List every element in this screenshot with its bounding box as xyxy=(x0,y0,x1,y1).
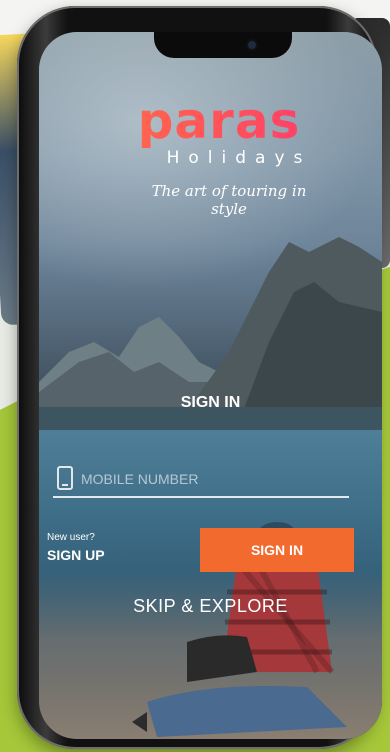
tagline: The art of touring in style xyxy=(151,182,307,218)
new-user-label: New user? xyxy=(47,532,95,543)
logo-subtitle: Holidays xyxy=(166,148,312,168)
phone-frame: paras Holidays The art of touring in sty… xyxy=(17,6,382,749)
phone-notch xyxy=(154,32,292,58)
camera-icon xyxy=(248,41,256,49)
smartphone-icon xyxy=(57,466,73,490)
mobile-number-input[interactable] xyxy=(79,464,343,494)
logo-wordmark: paras xyxy=(109,94,329,148)
skip-and-explore-link[interactable]: SKIP & EXPLORE xyxy=(39,596,382,617)
signup-link[interactable]: SIGN UP xyxy=(47,547,105,563)
app-screen: paras Holidays The art of touring in sty… xyxy=(39,32,382,739)
mobile-number-field-row xyxy=(53,462,349,498)
signin-heading: SIGN IN xyxy=(180,394,241,411)
signin-button[interactable]: SIGN IN xyxy=(200,528,354,572)
app-logo: paras Holidays xyxy=(109,94,329,168)
mountain-scenery xyxy=(39,237,382,462)
